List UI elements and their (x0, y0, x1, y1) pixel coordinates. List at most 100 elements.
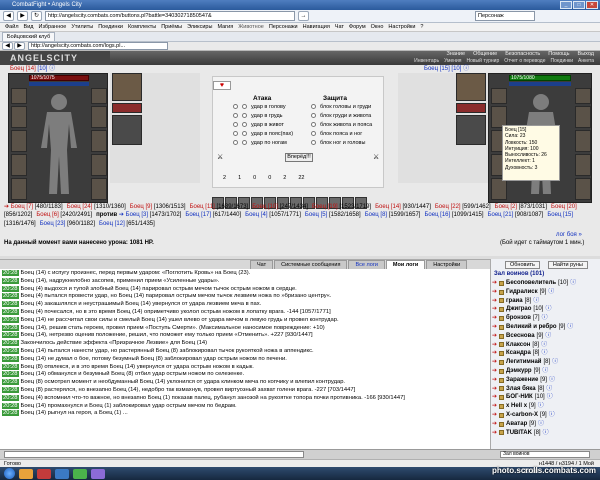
equip-slot[interactable] (11, 88, 27, 104)
menu-item[interactable]: Эликсиры (187, 24, 212, 30)
equip-slot[interactable] (11, 154, 27, 176)
fighter-name[interactable]: Боец [23] (40, 221, 66, 227)
fighter-name[interactable]: Боец [6] (36, 212, 58, 218)
defence-zone-option[interactable]: блок ног и головы (311, 139, 372, 148)
equip-slot[interactable] (491, 88, 507, 104)
private-arrow-icon[interactable]: ➔ (492, 376, 497, 385)
nav-link[interactable]: Анкета (578, 58, 594, 65)
tab-fight-club[interactable]: Бойцовский клуб (2, 32, 56, 41)
forward-button[interactable]: ▶ (14, 42, 25, 50)
refresh-icon[interactable]: ↻ (31, 11, 42, 21)
private-arrow-icon[interactable]: ➔ (492, 420, 497, 429)
fighter-entry[interactable]: Боец [5] [1582/1658] (305, 212, 361, 218)
menu-item[interactable]: Утилиты (71, 24, 93, 30)
heart-icon[interactable]: ♥ (213, 81, 231, 90)
fighter-entry[interactable]: Боец [4] [1057/1771] (245, 212, 301, 218)
chat-time[interactable]: 20:28 (2, 386, 19, 393)
info-icon[interactable]: ⓘ (538, 402, 544, 411)
player-name[interactable]: Гидралиск (506, 288, 538, 297)
info-icon[interactable]: ⓘ (567, 323, 573, 332)
menu-item[interactable]: Поединки (98, 24, 123, 30)
menu-item[interactable]: ? (420, 24, 423, 30)
chat-time[interactable]: 20:28 (2, 379, 19, 386)
player-list-item[interactable]: ➔ Гидралиск [9] ⓘ (492, 288, 598, 297)
equip-slot[interactable] (11, 178, 27, 200)
equip-slot[interactable] (91, 106, 107, 128)
player-list-item[interactable]: ➔ Дэмкурр [9] ⓘ (492, 367, 598, 376)
belt-slot[interactable] (112, 103, 142, 113)
private-arrow-icon[interactable]: ➔ (492, 314, 497, 323)
info-icon[interactable]: ⓘ (545, 332, 551, 341)
menu-item[interactable]: Избранное (38, 24, 66, 30)
info-icon[interactable]: ⓘ (548, 288, 554, 297)
tab-system[interactable]: Системные сообщения (274, 260, 348, 269)
player-name[interactable]: x Hell x (506, 402, 527, 411)
attack-zone-option[interactable]: удар в живот (233, 121, 293, 130)
radio-icon[interactable] (311, 140, 316, 146)
info-icon[interactable]: ⓘ (533, 297, 539, 306)
armor-slot[interactable] (456, 73, 486, 101)
player-name[interactable]: Всеснова (506, 332, 535, 341)
fighter-entry[interactable]: Боец [3] [1473/1702] (126, 212, 182, 218)
menu-item[interactable]: Магия (217, 24, 233, 30)
player-name[interactable]: Злая бяка (506, 385, 536, 394)
menu-item[interactable]: Приёмы (161, 24, 182, 30)
back-button[interactable]: ◀ (3, 11, 14, 21)
info-icon[interactable]: ⓘ (538, 420, 544, 429)
private-arrow-icon[interactable]: ➔ (492, 323, 497, 332)
menu-item[interactable]: Навигация (303, 24, 330, 30)
player-name[interactable]: Джиграо (506, 305, 531, 314)
private-arrow-icon[interactable]: ➔ (492, 367, 497, 376)
belt-slot[interactable] (456, 103, 486, 113)
tab-all-logs[interactable]: Все логи (348, 260, 385, 269)
fighter-name[interactable]: Боец [24] (67, 204, 93, 210)
player-list-item[interactable]: ➔ бронзов [7] ⓘ (492, 314, 598, 323)
fighter-entry[interactable]: Боец [22] [599/1462] (435, 204, 491, 210)
radio-icon[interactable] (233, 113, 238, 119)
player-name[interactable]: Заражение (506, 376, 538, 385)
nav-link[interactable]: Новый турнир (467, 58, 500, 65)
chat-time[interactable]: 20:28 (2, 371, 19, 378)
private-arrow-icon[interactable]: ➔ (492, 393, 497, 402)
boots-slot[interactable] (112, 115, 142, 145)
info-icon[interactable]: ⓘ (543, 429, 549, 438)
fighter-name[interactable]: Боец [9] (130, 204, 152, 210)
private-arrow-icon[interactable]: ➔ (492, 411, 497, 420)
player-list-item[interactable]: ➔ Клаксон [8] ⓘ (492, 341, 598, 350)
fighter-entry[interactable]: Боец [11] [1639/1673] (190, 204, 249, 210)
nav-link[interactable]: Помощь (548, 51, 569, 58)
chat-time[interactable]: 20:28 (2, 270, 19, 276)
maximize-button[interactable]: □ (573, 1, 585, 9)
fighter-name[interactable]: Боец [7] (11, 204, 33, 210)
tab-settings[interactable]: Настройки (426, 260, 468, 269)
minimize-button[interactable]: _ (560, 1, 572, 9)
menu-item[interactable]: Комплекты (128, 24, 156, 30)
radio-icon[interactable] (242, 131, 247, 137)
private-arrow-icon[interactable]: ➔ (492, 341, 497, 350)
chat-time[interactable]: 20:28 (2, 285, 19, 292)
radio-icon[interactable] (233, 131, 238, 137)
defence-zone-option[interactable]: блок головы и груди (311, 103, 372, 112)
fighter-entry[interactable]: Боец [23] [960/1182] (40, 221, 95, 227)
app-icon[interactable] (37, 468, 51, 479)
fighter-name[interactable]: Боец [20] (551, 204, 577, 210)
player-list-item[interactable]: ➔ TUBITAK [8] ⓘ (492, 429, 598, 438)
fighter-entry[interactable]: Боец [9] [1306/1513] (130, 204, 186, 210)
equip-slot[interactable] (575, 178, 591, 200)
attack-zone-option[interactable]: удар в пояс(пах) (233, 130, 293, 139)
nav-link[interactable]: Умения (444, 58, 461, 65)
info-icon[interactable]: ⓘ (570, 279, 576, 288)
chat-time[interactable]: 20:28 (2, 402, 19, 409)
player-list-item[interactable]: ➔ X-carbon-X [9] ⓘ (492, 411, 598, 420)
radio-icon[interactable] (242, 104, 247, 110)
defence-zone-option[interactable]: блок живота и пояса (311, 121, 372, 130)
chat-time[interactable]: 20:28 (2, 410, 19, 417)
menu-item[interactable]: Файл (5, 24, 19, 30)
menu-item[interactable]: Вид (24, 24, 34, 30)
chat-time[interactable]: 20:28 (2, 301, 19, 308)
fighter-entry[interactable]: Боец [10] [247/1434] (252, 204, 308, 210)
player-name[interactable]: Ксандра (506, 349, 531, 358)
player-list-item[interactable]: ➔ Злая бяка [8] ⓘ (492, 385, 598, 394)
info-icon[interactable]: ⓘ (549, 376, 555, 385)
fighter-entry[interactable]: Боец [2] [873/1031] (495, 204, 547, 210)
